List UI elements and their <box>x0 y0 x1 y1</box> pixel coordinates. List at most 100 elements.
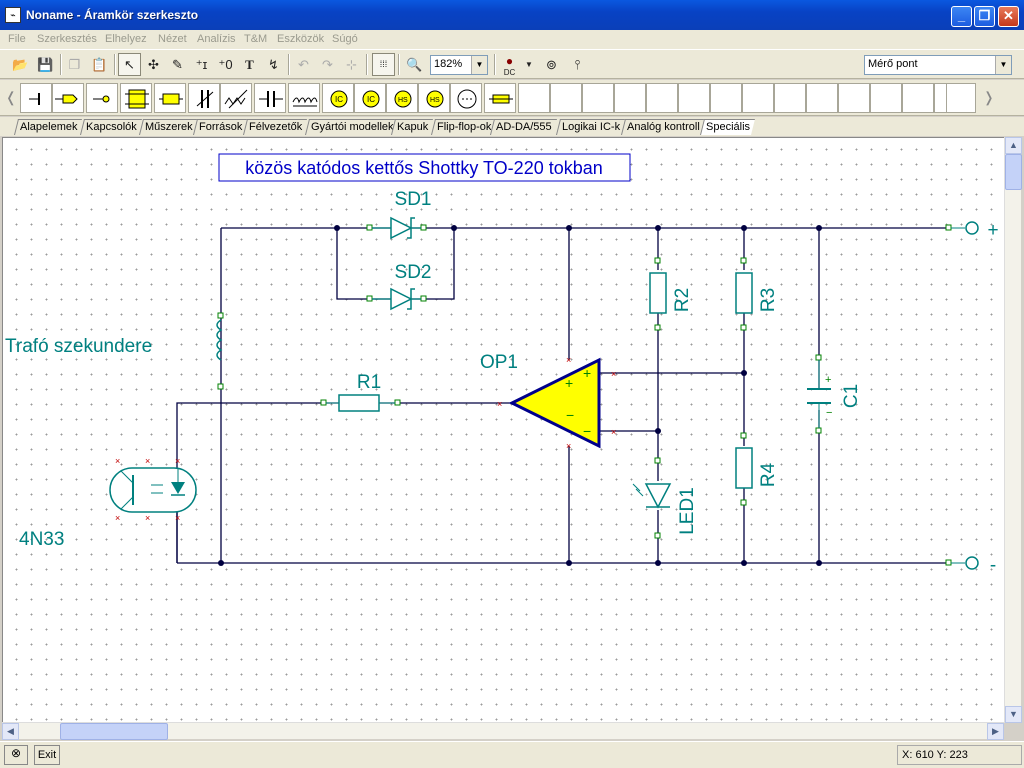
terminal-plus[interactable]: + <box>945 220 999 241</box>
diode-sd1[interactable]: SD1 <box>366 189 431 240</box>
optocoupler-4n33[interactable]: × × × × × × 4N33 <box>19 456 197 550</box>
scroll-down-icon[interactable]: ▼ <box>1005 706 1022 723</box>
menu-analizis[interactable]: Analízis <box>197 33 236 45</box>
move-icon[interactable]: ✣ <box>142 53 165 76</box>
voltage-arrow-icon[interactable]: ↯ <box>262 53 285 76</box>
menu-elhelyez[interactable]: Elhelyez <box>105 33 147 45</box>
palette-slot-empty[interactable] <box>646 83 678 113</box>
zoom-icon[interactable]: 🔍 <box>403 53 426 76</box>
fuse-icon[interactable] <box>484 83 516 113</box>
palette-slot-empty[interactable] <box>774 83 806 113</box>
palette-slot-empty[interactable] <box>870 83 902 113</box>
vertical-scrollbar[interactable]: ▲ ▼ <box>1004 137 1022 723</box>
menu-file[interactable]: File <box>8 33 26 45</box>
tab-gyartoi-modellek[interactable]: Gyártói modellek <box>305 119 399 135</box>
junction-icon[interactable]: ⊹ <box>340 53 363 76</box>
tab-analog-kontroll[interactable]: Analóg kontroll <box>621 119 705 135</box>
circuit-status-icon[interactable]: ⊗ <box>4 745 28 765</box>
dc-dropdown-icon[interactable]: ▼ <box>523 53 535 76</box>
vertical-scroll-thumb[interactable] <box>1005 154 1022 190</box>
battery-icon[interactable] <box>154 83 186 113</box>
ic-dc-icon[interactable]: HS <box>386 83 418 113</box>
meter-icon[interactable]: ⊚ <box>540 53 563 76</box>
scroll-right-icon[interactable]: ▶ <box>987 723 1004 740</box>
palette-slot-empty[interactable] <box>518 83 550 113</box>
palette-slot-empty[interactable] <box>946 83 976 113</box>
current-probe-icon[interactable]: ⁺ɪ <box>190 53 213 76</box>
paste-icon[interactable]: 📋 <box>88 53 111 76</box>
exit-button[interactable]: Exit <box>34 745 60 765</box>
palette-slot-empty[interactable] <box>838 83 870 113</box>
redo-icon[interactable]: ↷ <box>316 53 339 76</box>
diode-sd2[interactable]: SD2 <box>366 262 431 311</box>
tab-muszerek[interactable]: Műszerek <box>139 119 198 135</box>
zoom-select[interactable]: 182% ▼ <box>430 55 488 75</box>
minimize-button[interactable]: _ <box>951 6 972 27</box>
led-led1[interactable]: LED1 <box>632 457 698 539</box>
bus-component-icon[interactable] <box>120 83 152 113</box>
probe-icon[interactable]: ⫯ <box>566 53 589 76</box>
save-icon[interactable]: 💾 <box>34 53 57 76</box>
capacitor-c1[interactable]: + − C1 <box>807 354 862 434</box>
circuit-title-box[interactable]: közös katódos kettős Shottky TO-220 tokb… <box>218 153 631 182</box>
tube-icon[interactable] <box>450 83 482 113</box>
input-terminal-icon[interactable] <box>52 83 84 113</box>
dc-analysis-button[interactable]: ● DC <box>498 53 521 77</box>
tab-kapcsolok[interactable]: Kapcsolók <box>80 119 142 135</box>
palette-slot-empty[interactable] <box>902 83 934 113</box>
palette-slot-empty[interactable] <box>742 83 774 113</box>
palette-slot-empty[interactable] <box>550 83 582 113</box>
grid-icon[interactable]: ⁞⁞⁞ <box>372 53 395 76</box>
palette-slot-empty[interactable] <box>678 83 710 113</box>
ic-icon[interactable]: IC <box>322 83 354 113</box>
menu-nezet[interactable]: Nézet <box>158 33 187 45</box>
terminal-minus[interactable]: - <box>945 555 996 576</box>
capacitor-icon[interactable] <box>254 83 286 113</box>
tab-specialis[interactable]: Speciális <box>700 119 756 135</box>
potentiometer-icon[interactable] <box>220 83 252 113</box>
menu-szerkesztes[interactable]: Szerkesztés <box>37 33 97 45</box>
horizontal-scroll-thumb[interactable] <box>60 723 168 740</box>
inductor-icon[interactable] <box>288 83 320 113</box>
close-button[interactable]: ✕ <box>998 6 1019 27</box>
restore-button[interactable]: ❐ <box>974 6 995 27</box>
opamp-op1[interactable]: + + − − OP1 × × × × × <box>480 352 616 451</box>
ground-component-icon[interactable] <box>20 83 52 113</box>
terminal-node-icon[interactable] <box>86 83 118 113</box>
ic-variant-icon[interactable]: IC <box>354 83 386 113</box>
zero-icon[interactable]: ⁺0 <box>214 53 237 76</box>
menu-tm[interactable]: T&M <box>244 33 267 45</box>
horizontal-scrollbar[interactable]: ◀ ▶ <box>2 722 1004 740</box>
chevron-down-icon[interactable]: ▼ <box>995 56 1011 74</box>
probe-select[interactable]: Mérő pont ▼ <box>864 55 1012 75</box>
variable-capacitor-icon[interactable] <box>188 83 220 113</box>
palette-left-icon[interactable]: ❬ <box>4 86 17 109</box>
pencil-icon[interactable]: ✎ <box>166 53 189 76</box>
select-arrow-icon[interactable]: ↖ <box>118 53 141 76</box>
tab-kapuk[interactable]: Kapuk <box>391 119 434 135</box>
scroll-up-icon[interactable]: ▲ <box>1005 137 1022 154</box>
tab-ad-da-555[interactable]: AD-DA/555 <box>490 119 557 135</box>
tab-alapelemek[interactable]: Alapelemek <box>14 119 83 135</box>
app-icon[interactable]: ⌁ <box>5 7 21 23</box>
text-tool-icon[interactable]: T <box>238 53 261 76</box>
palette-right-icon[interactable]: ❭ <box>982 86 995 109</box>
resistor-r1[interactable]: R1 <box>320 372 401 412</box>
palette-slot-empty[interactable] <box>582 83 614 113</box>
inductor-trafo[interactable]: Trafó szekundere <box>5 312 224 390</box>
tab-felvezetok[interactable]: Félvezetők <box>243 119 308 135</box>
palette-slot-empty[interactable] <box>710 83 742 113</box>
resistor-r2[interactable]: R2 <box>649 257 693 331</box>
undo-icon[interactable]: ↶ <box>292 53 315 76</box>
schematic-canvas[interactable]: közös katódos kettős Shottky TO-220 tokb… <box>2 137 1004 723</box>
tab-flip-flop-ok[interactable]: Flip-flop-ok <box>431 119 497 135</box>
chevron-down-icon[interactable]: ▼ <box>471 56 487 74</box>
resistor-r3[interactable]: R3 <box>735 257 779 331</box>
palette-slot-empty[interactable] <box>806 83 838 113</box>
copy-icon[interactable]: ❐ <box>63 53 86 76</box>
tab-forrasok[interactable]: Források <box>193 119 248 135</box>
ic-ac-icon[interactable]: HS <box>418 83 450 113</box>
palette-slot-empty[interactable] <box>614 83 646 113</box>
resistor-r4[interactable]: R4 <box>735 432 779 506</box>
open-folder-icon[interactable]: 📂 <box>9 53 32 76</box>
